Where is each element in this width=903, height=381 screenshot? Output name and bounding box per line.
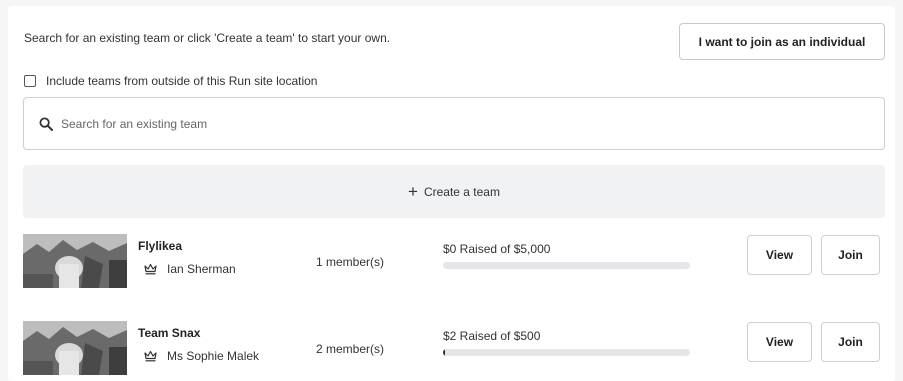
include-outside-teams-option[interactable]: Include teams from outside of this Run s… bbox=[24, 74, 317, 88]
create-team-label: Create a team bbox=[423, 184, 500, 199]
amount-raised: $0 Raised of $5,000 bbox=[443, 242, 551, 256]
team-photo-image bbox=[23, 321, 127, 375]
plus-icon: + bbox=[408, 182, 418, 201]
team-name[interactable]: Team Snax bbox=[138, 326, 200, 340]
team-photo-image bbox=[23, 234, 127, 288]
crown-icon bbox=[144, 350, 157, 362]
team-search-box[interactable] bbox=[23, 97, 885, 150]
team-captain: Ms Sophie Malek bbox=[144, 349, 259, 363]
fundraising-progress-bar bbox=[443, 262, 690, 269]
intro-text: Search for an existing team or click 'Cr… bbox=[24, 31, 391, 45]
fundraising-progress-bar bbox=[443, 349, 690, 356]
join-team-button[interactable]: Join bbox=[821, 322, 880, 362]
member-count: 2 member(s) bbox=[316, 342, 385, 356]
create-team-button[interactable]: + Create a team bbox=[23, 165, 885, 218]
join-as-individual-button[interactable]: I want to join as an individual bbox=[679, 23, 885, 60]
view-team-button[interactable]: View bbox=[747, 235, 812, 275]
progress-fill bbox=[443, 349, 446, 356]
include-outside-checkbox[interactable] bbox=[24, 75, 36, 87]
team-photo bbox=[23, 234, 127, 288]
team-photo bbox=[23, 321, 127, 375]
member-count: 1 member(s) bbox=[316, 255, 385, 269]
team-captain: Ian Sherman bbox=[144, 262, 236, 276]
view-team-button[interactable]: View bbox=[747, 322, 812, 362]
team-row: Team Snax Ms Sophie Malek 2 member(s) $2… bbox=[0, 321, 903, 381]
team-row: Flylikea Ian Sherman 1 member(s) $0 Rais… bbox=[0, 234, 903, 294]
search-icon bbox=[39, 117, 53, 131]
amount-raised: $2 Raised of $500 bbox=[443, 329, 541, 343]
team-name[interactable]: Flylikea bbox=[138, 239, 182, 253]
crown-icon bbox=[144, 263, 157, 275]
team-search-input[interactable] bbox=[61, 116, 841, 131]
include-outside-label: Include teams from outside of this Run s… bbox=[46, 74, 318, 88]
captain-name: Ian Sherman bbox=[167, 262, 236, 276]
join-team-button[interactable]: Join bbox=[821, 235, 880, 275]
captain-name: Ms Sophie Malek bbox=[167, 349, 260, 363]
